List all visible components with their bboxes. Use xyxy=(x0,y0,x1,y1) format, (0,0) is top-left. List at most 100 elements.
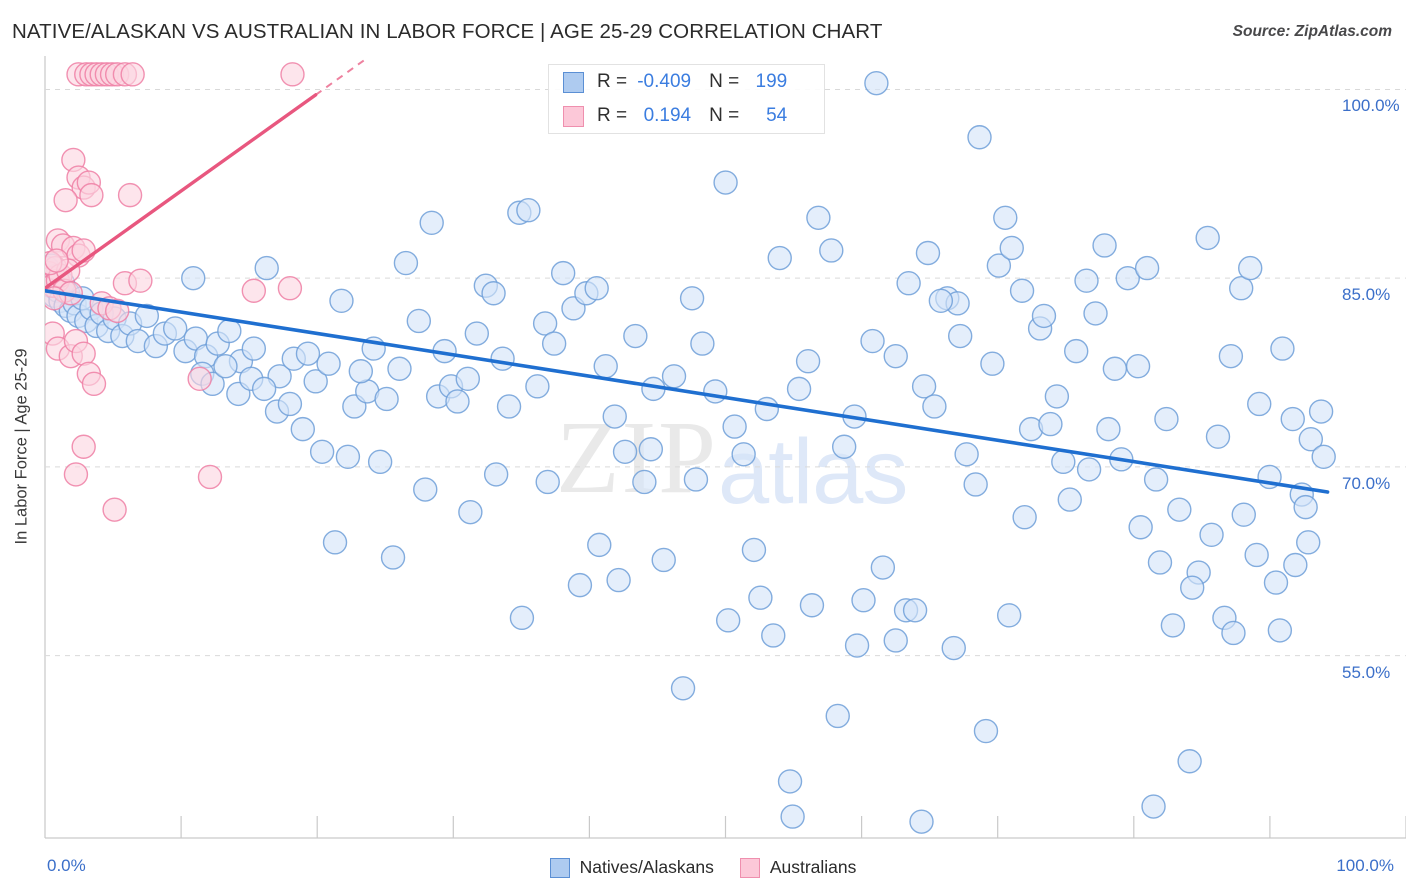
data-point xyxy=(999,235,1024,261)
data-point xyxy=(316,351,341,376)
stats-swatch-natives xyxy=(563,71,584,93)
data-point xyxy=(670,676,696,701)
data-point xyxy=(1063,338,1089,364)
y-tick-label-100: 100.0% xyxy=(1342,96,1400,116)
data-point xyxy=(1280,406,1305,432)
data-point xyxy=(71,434,96,459)
data-point xyxy=(761,623,786,648)
data-point xyxy=(393,250,419,276)
data-point xyxy=(1076,457,1102,482)
data-point xyxy=(767,245,792,271)
data-point xyxy=(1038,411,1063,437)
data-point xyxy=(541,331,567,356)
data-point xyxy=(1012,504,1037,530)
data-point xyxy=(748,585,773,610)
data-point xyxy=(1238,255,1263,281)
data-point xyxy=(602,404,627,429)
data-point xyxy=(374,386,399,412)
data-point xyxy=(63,462,89,487)
data-point xyxy=(1134,255,1160,281)
data-point xyxy=(1096,416,1121,442)
correlation-stats-box: R = -0.409 N = 199 R = 0.194 N = 54 xyxy=(548,64,825,134)
data-point xyxy=(81,371,107,397)
data-point xyxy=(464,321,490,346)
data-point xyxy=(181,265,206,291)
data-point xyxy=(922,394,947,419)
data-point xyxy=(715,608,741,633)
data-point xyxy=(996,603,1022,628)
data-point xyxy=(1141,794,1166,819)
data-point xyxy=(947,323,973,349)
x-tick-label-min: 0.0% xyxy=(47,856,86,875)
data-point xyxy=(45,248,69,273)
data-point xyxy=(455,366,480,392)
data-point xyxy=(661,364,687,389)
data-point xyxy=(860,328,885,354)
data-point xyxy=(902,598,928,623)
data-point xyxy=(483,462,509,487)
data-point xyxy=(117,182,143,208)
data-point xyxy=(295,341,321,366)
data-point xyxy=(1218,343,1244,369)
stats-r-label-australians: R = xyxy=(597,105,628,126)
data-point xyxy=(1125,354,1151,379)
data-point xyxy=(1160,613,1186,638)
data-point xyxy=(1167,497,1192,522)
data-point xyxy=(883,628,908,653)
data-point xyxy=(1044,384,1070,409)
correlation-chart: NATIVE/ALASKAN VS AUSTRALIAN IN LABOR FO… xyxy=(0,0,1406,892)
data-point xyxy=(1143,467,1169,492)
data-point xyxy=(825,703,850,729)
data-point xyxy=(309,439,335,464)
data-point xyxy=(241,278,267,303)
y-tick-label-70: 70.0% xyxy=(1342,473,1391,493)
data-point xyxy=(217,318,242,344)
data-point xyxy=(679,286,705,311)
data-point xyxy=(1283,552,1308,578)
stats-row-natives: R = -0.409 N = 199 xyxy=(549,65,824,99)
data-point xyxy=(690,331,715,356)
data-point xyxy=(53,187,78,213)
data-point xyxy=(280,62,305,87)
data-point xyxy=(911,374,937,399)
data-point xyxy=(1199,522,1224,548)
data-point xyxy=(120,62,145,87)
data-point xyxy=(1147,550,1173,575)
series-natives-alaskans xyxy=(45,70,1336,834)
data-point xyxy=(1051,449,1076,475)
data-point xyxy=(844,633,870,658)
data-point xyxy=(496,394,522,419)
data-point xyxy=(71,341,96,366)
data-point xyxy=(980,351,1005,376)
data-point xyxy=(896,270,921,296)
data-point xyxy=(445,389,470,414)
data-point xyxy=(481,281,506,306)
data-point xyxy=(1221,620,1246,646)
data-point xyxy=(490,346,515,371)
data-point xyxy=(1293,494,1318,520)
y-tick-label-85: 85.0% xyxy=(1342,285,1391,305)
data-point xyxy=(1263,570,1289,595)
stats-swatch-australians xyxy=(563,105,584,127)
data-point xyxy=(795,348,821,374)
data-point xyxy=(954,442,979,467)
data-point xyxy=(941,635,966,661)
data-point xyxy=(632,469,657,495)
stats-n-value-australians: 54 xyxy=(766,105,788,126)
stats-n-label-australians: N = xyxy=(709,105,740,126)
data-point xyxy=(612,439,638,464)
data-point xyxy=(606,567,631,593)
data-point xyxy=(909,809,934,834)
data-point xyxy=(1270,336,1295,361)
data-point xyxy=(567,572,593,598)
data-point xyxy=(1083,301,1108,326)
data-point xyxy=(1128,515,1153,540)
data-point xyxy=(128,268,153,293)
data-point xyxy=(406,308,432,334)
data-point xyxy=(348,359,374,384)
data-point xyxy=(1057,487,1082,512)
data-point xyxy=(851,588,876,613)
data-point xyxy=(973,718,999,744)
data-point xyxy=(516,198,541,223)
data-point xyxy=(458,499,483,525)
